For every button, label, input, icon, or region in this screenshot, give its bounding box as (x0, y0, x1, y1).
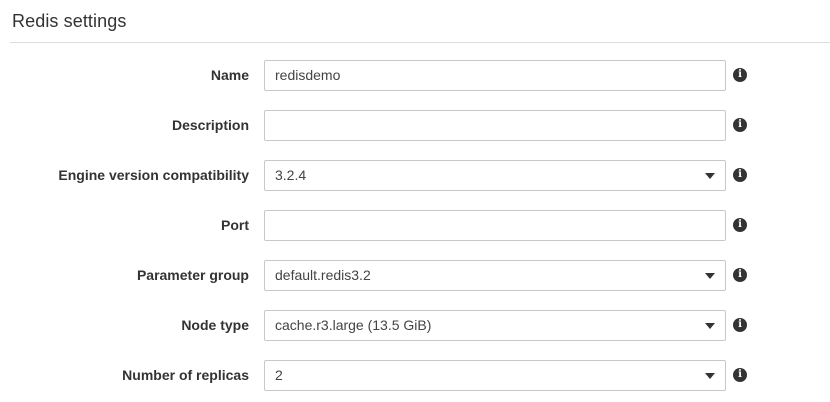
node-type-value: cache.r3.large (13.5 GiB) (275, 317, 432, 333)
node-type-select[interactable]: cache.r3.large (13.5 GiB) (264, 310, 726, 341)
section-title: Redis settings (12, 11, 127, 31)
parameter-group-select[interactable]: default.redis3.2 (264, 260, 726, 291)
name-input-value: redisdemo (275, 67, 341, 83)
parameter-group-label: Parameter group (136, 267, 249, 283)
chevron-down-icon (705, 273, 715, 279)
info-icon[interactable]: i (733, 318, 747, 332)
port-label: Port (221, 217, 249, 233)
form-row-node-type: Node type cache.r3.large (13.5 GiB) i (0, 310, 830, 341)
info-icon[interactable]: i (733, 168, 747, 182)
replicas-label: Number of replicas (122, 367, 249, 383)
info-icon[interactable]: i (733, 118, 747, 132)
section-divider (10, 42, 830, 43)
description-input[interactable] (264, 110, 726, 141)
chevron-down-icon (705, 373, 715, 379)
node-type-label: Node type (181, 317, 249, 333)
parameter-group-value: default.redis3.2 (275, 267, 371, 283)
name-input[interactable]: redisdemo (264, 60, 726, 91)
info-icon[interactable]: i (733, 218, 747, 232)
engine-version-value: 3.2.4 (275, 167, 307, 183)
info-icon[interactable]: i (733, 268, 747, 282)
replicas-value: 2 (275, 367, 283, 383)
chevron-down-icon (705, 173, 715, 179)
form-row-replicas: Number of replicas 2 i (0, 360, 830, 391)
port-input[interactable] (264, 210, 726, 241)
engine-version-select[interactable]: 3.2.4 (264, 160, 726, 191)
form-row-parameter-group: Parameter group default.redis3.2 i (0, 260, 830, 291)
form-row-engine-version: Engine version compatibility 3.2.4 i (0, 160, 830, 191)
name-label: Name (210, 67, 249, 83)
form-row-description: Description i (0, 110, 830, 141)
replicas-select[interactable]: 2 (264, 360, 726, 391)
info-icon[interactable]: i (733, 68, 747, 82)
chevron-down-icon (705, 323, 715, 329)
engine-version-label: Engine version compatibility (58, 167, 249, 183)
info-icon[interactable]: i (733, 368, 747, 382)
description-label: Description (171, 117, 249, 133)
form-row-name: Name redisdemo i (0, 60, 830, 91)
form-row-port: Port i (0, 210, 830, 241)
